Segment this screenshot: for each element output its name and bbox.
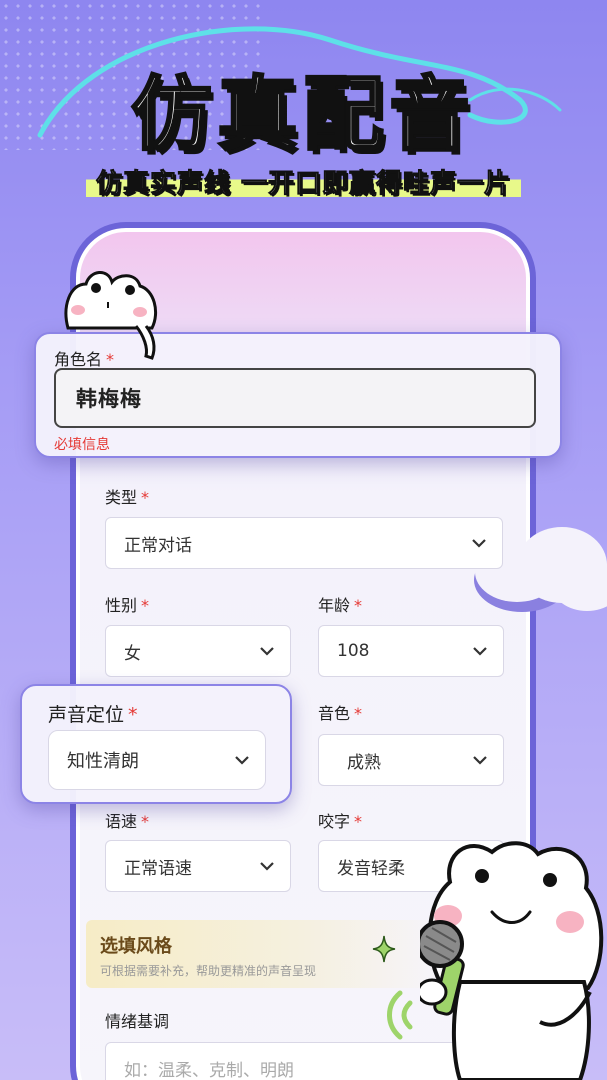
voice-position-select[interactable]: 知性清朗 xyxy=(48,730,266,790)
mood-label: 情绪基调 xyxy=(105,1012,170,1031)
optional-style-description: 可根据需要补充，帮助更精准的声音呈现 xyxy=(100,964,317,978)
chevron-down-icon xyxy=(473,647,487,656)
timbre-value: 成熟 xyxy=(347,752,381,773)
page-title: 仿真配音 xyxy=(130,67,476,163)
frog-mascot-small xyxy=(64,271,157,360)
role-name-input[interactable]: 韩梅梅 xyxy=(54,368,536,428)
timbre-select[interactable]: 成熟 xyxy=(318,734,504,786)
role-name-value: 韩梅梅 xyxy=(76,387,142,411)
voice-position-value: 知性清朗 xyxy=(67,751,139,772)
chevron-down-icon xyxy=(260,647,274,656)
speed-value: 正常语速 xyxy=(124,858,192,879)
gender-label: 性别 * xyxy=(105,596,150,615)
gender-select[interactable]: 女 xyxy=(105,625,291,677)
timbre-label: 音色 * xyxy=(318,704,363,723)
voice-position-label: 声音定位 * xyxy=(48,704,138,726)
role-name-hint: 必填信息 xyxy=(54,437,110,453)
gender-value: 女 xyxy=(124,643,141,664)
sound-wave-icon xyxy=(387,990,413,1040)
type-label: 类型 * xyxy=(105,488,150,507)
age-select[interactable]: 108 xyxy=(318,625,504,677)
articulation-value: 发音轻柔 xyxy=(337,858,405,879)
mood-placeholder: 如：温柔、克制、明朗 xyxy=(124,1060,294,1080)
chevron-down-icon xyxy=(473,756,487,765)
page-subtitle: 仿真实声线 一开口即赢得哇声一片 xyxy=(85,163,522,200)
speed-select[interactable]: 正常语速 xyxy=(105,840,291,892)
chevron-down-icon xyxy=(472,539,486,548)
optional-style-title: 选填风格 xyxy=(100,936,172,957)
type-select[interactable]: 正常对话 xyxy=(105,517,503,569)
age-value: 108 xyxy=(337,641,370,661)
sparkle-icon xyxy=(372,935,396,963)
frog-mascot-with-mic xyxy=(420,841,604,1080)
type-value: 正常对话 xyxy=(124,535,192,556)
voice-position-card: 声音定位 * 知性清朗 xyxy=(20,684,292,804)
chevron-down-icon xyxy=(235,756,249,765)
articulation-label: 咬字 * xyxy=(318,812,363,831)
chevron-down-icon xyxy=(260,862,274,871)
speed-label: 语速 * xyxy=(105,812,150,831)
age-label: 年龄 * xyxy=(318,596,363,615)
